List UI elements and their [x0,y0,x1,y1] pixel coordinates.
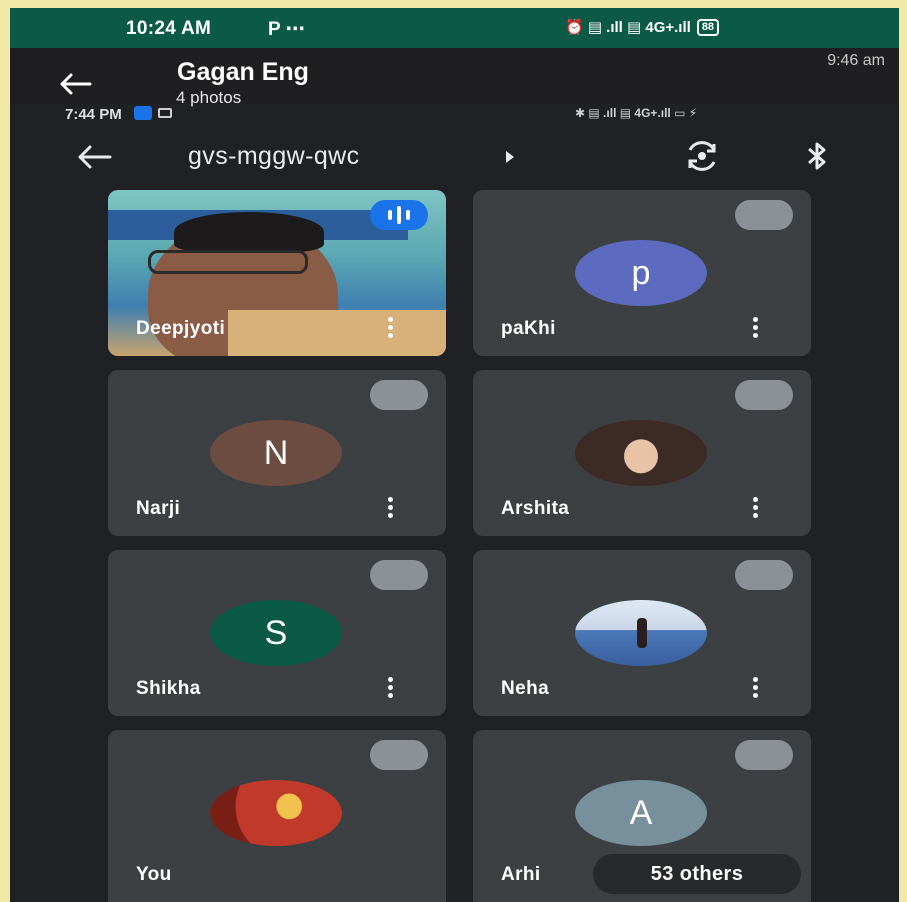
inner-status-icons: ✱ ▤ .ıll ▤ 4G+.ıll ▭ ⚡ [575,106,698,120]
outer-status-bar: 10:24 AM P ⋯ ⏰ ▤ .ıll ▤ 4G+.ıll 88 [10,8,899,48]
participant-avatar: S [210,600,342,666]
mic-off-icon [735,740,793,770]
participant-menu-icon[interactable] [751,497,759,519]
participant-shirt [228,310,446,356]
participant-menu-icon[interactable] [751,317,759,339]
outer-status-extra: P ⋯ [268,19,305,40]
participant-name: Shikha [136,678,201,699]
mic-off-icon [735,200,793,230]
switch-camera-icon[interactable] [684,140,720,172]
participant-menu-icon[interactable] [751,677,759,699]
mic-off-icon [735,560,793,590]
bluetooth-icon[interactable] [804,140,830,172]
participant-name: Arshita [501,498,570,519]
speaking-indicator-icon [370,200,428,230]
meet-notification-icon [134,106,152,120]
outer-status-icons: ⏰ ▤ .ıll ▤ 4G+.ıll 88 [565,18,720,36]
meeting-info-chevron-icon[interactable] [506,151,514,163]
participant-name: Narji [136,498,181,519]
back-arrow-icon[interactable] [58,72,92,96]
participant-menu-icon[interactable] [386,677,394,699]
participant-tile[interactable]: Deepjyoti [108,190,446,356]
signal-icons: ⏰ ▤ .ıll ▤ 4G+.ıll [565,19,691,36]
camera-notification-icon [158,108,172,118]
participant-menu-icon[interactable] [386,497,394,519]
participant-tile[interactable]: N Narji [108,370,446,536]
others-count-button[interactable]: 53 others [593,854,801,894]
participant-avatar-photo [575,600,707,666]
participant-name: Neha [501,678,550,699]
participant-menu-icon[interactable] [386,317,394,339]
participant-name: Deepjyoti [136,318,226,339]
participant-tile[interactable]: Neha [473,550,811,716]
participant-hair [174,212,324,252]
participant-avatar: A [575,780,707,846]
participant-avatar: p [575,240,707,306]
participant-name: Arhi [501,864,541,885]
participant-tile[interactable]: S Shikha [108,550,446,716]
participant-tile-self[interactable]: You [108,730,446,902]
mic-off-icon [735,380,793,410]
outer-status-time: 10:24 AM [126,18,212,39]
mic-off-icon [370,560,428,590]
meeting-code[interactable]: gvs-mggw-qwc [188,142,360,171]
chat-header: Gagan Eng 4 photos 9:46 am [10,48,899,107]
participant-avatar-photo [210,780,342,846]
participant-tile[interactable]: p paKhi [473,190,811,356]
mic-off-icon [370,740,428,770]
battery-icon: 88 [696,18,720,36]
participant-tile[interactable]: Arshita [473,370,811,536]
chat-time: 9:46 am [827,52,885,69]
participant-avatar: N [210,420,342,486]
participant-name: You [136,864,172,885]
inner-status-time: 7:44 PM [65,106,122,123]
participant-glasses [148,250,308,274]
screen-frame: 10:24 AM P ⋯ ⏰ ▤ .ıll ▤ 4G+.ıll 88 Gagan… [10,8,899,902]
mic-off-icon [370,380,428,410]
chat-title: Gagan Eng [177,58,309,86]
participant-avatar-photo [575,420,707,486]
back-arrow-icon[interactable] [76,144,112,170]
participant-name: paKhi [501,318,556,339]
inner-status-bar: 7:44 PM ✱ ▤ .ıll ▤ 4G+.ıll ▭ ⚡ [10,100,899,132]
